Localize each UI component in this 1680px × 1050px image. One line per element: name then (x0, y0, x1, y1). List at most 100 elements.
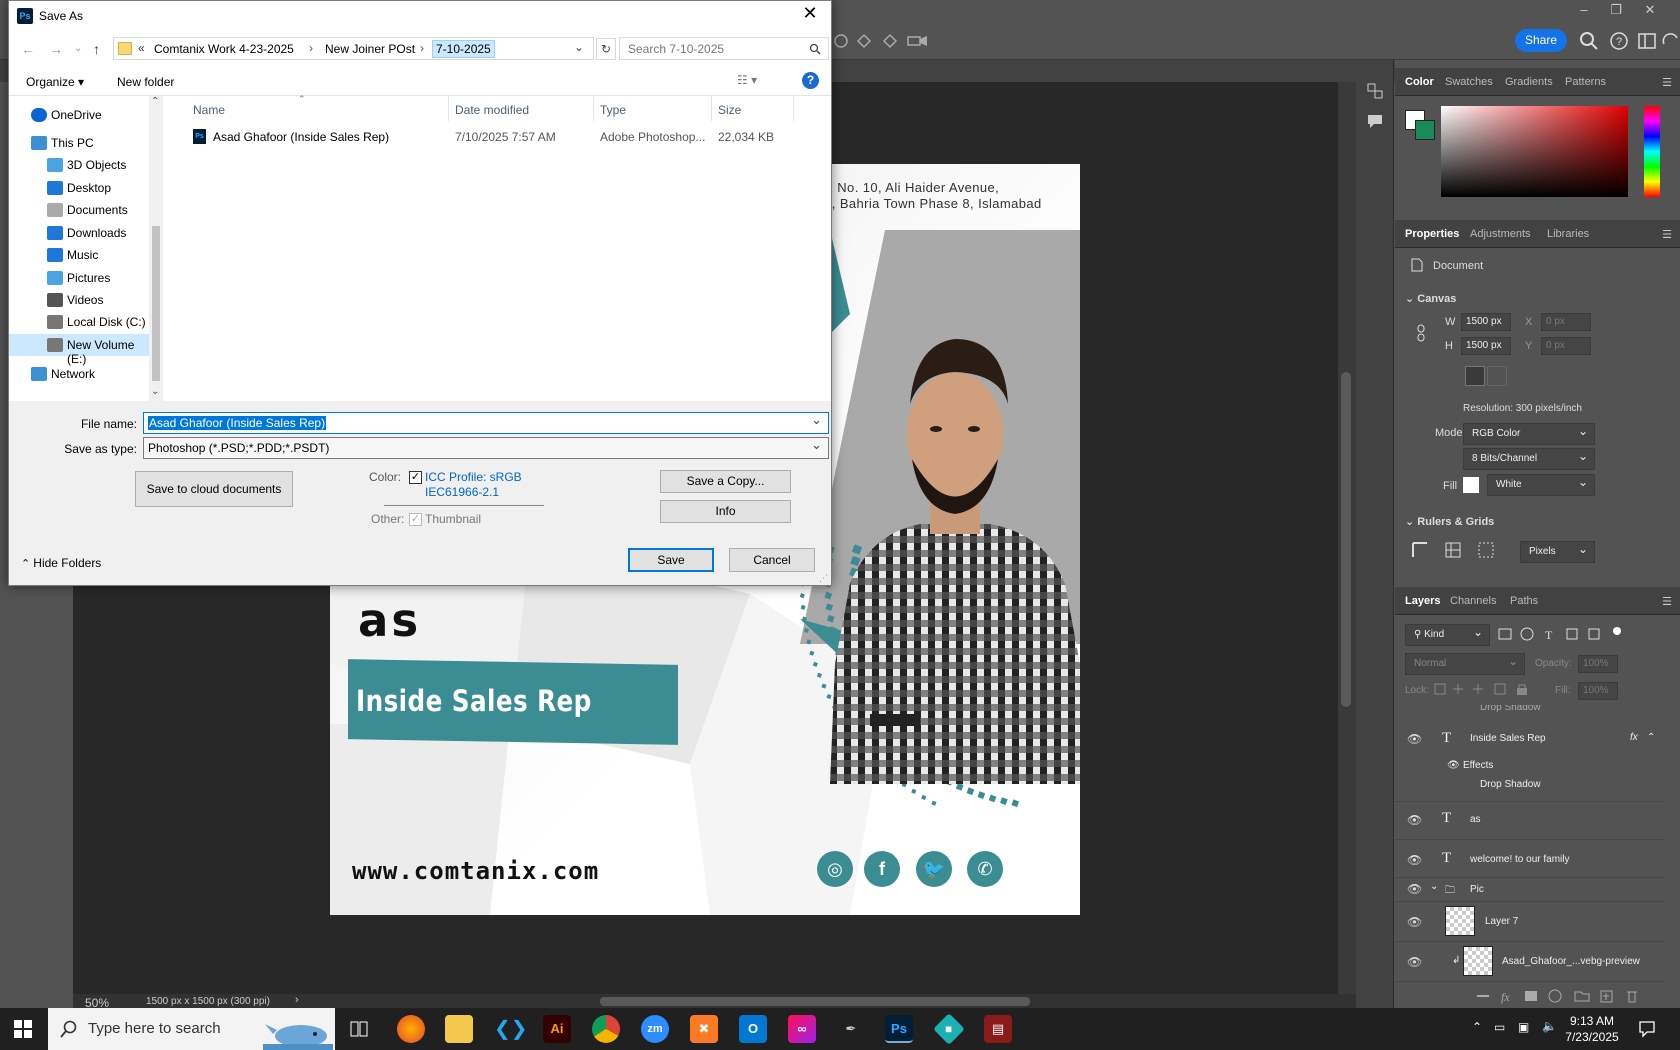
minimize-icon[interactable]: – (1574, 2, 1594, 18)
zoom-icon[interactable]: zm (641, 1015, 669, 1043)
refresh-icon[interactable]: ↻ (596, 38, 616, 60)
nav-item-pictures[interactable]: Pictures (9, 267, 149, 289)
fill-opacity-field[interactable]: 100% (1578, 682, 1618, 700)
panel-menu-icon[interactable]: ☰ (1662, 228, 1672, 241)
link-icon[interactable] (1415, 324, 1427, 342)
forward-icon[interactable]: → (49, 41, 67, 57)
nav-item-videos[interactable]: Videos (9, 289, 149, 311)
column-size[interactable]: Size (718, 103, 741, 117)
file-name-input[interactable]: Asad Ghafoor (Inside Sales Rep) (143, 412, 829, 434)
task-view-icon[interactable] (350, 1021, 368, 1037)
network-icon[interactable]: ▣ (1518, 1020, 1529, 1034)
scroll-up-icon[interactable]: ⌃ (151, 96, 159, 107)
help-icon[interactable]: ? (1608, 30, 1630, 52)
height-field[interactable]: 1500 px (1461, 337, 1511, 355)
tray-chevron-up-icon[interactable]: ⌃ (1472, 1020, 1482, 1034)
sync-icon[interactable] (1660, 30, 1680, 52)
share-button[interactable]: Share (1515, 29, 1567, 52)
landscape-orientation-button[interactable] (1487, 366, 1507, 386)
layer-asad-photo[interactable]: 👁 ↲ Asad_Ghafoor_...vebg-preview (1395, 942, 1665, 982)
nav-item-3d-objects[interactable]: 3D Objects (9, 154, 149, 176)
nav-item-downloads[interactable]: Downloads (9, 222, 149, 244)
hue-slider[interactable] (1644, 106, 1660, 197)
tab-swatches[interactable]: Swatches (1445, 76, 1493, 88)
breadcrumb-segment-2[interactable]: New Joiner POst (325, 42, 415, 56)
tab-libraries[interactable]: Libraries (1547, 228, 1589, 240)
help-icon[interactable]: ? (802, 72, 819, 89)
organize-button[interactable]: Organize ▾ (26, 75, 84, 89)
eye-icon[interactable]: 👁 (1407, 882, 1422, 896)
notifications-icon[interactable] (1638, 1020, 1656, 1038)
chevron-up-icon[interactable]: ⌃ (1647, 732, 1655, 743)
comments-icon[interactable] (1366, 112, 1384, 130)
chrome-icon[interactable] (592, 1015, 620, 1043)
close-icon[interactable]: ✕ (795, 3, 825, 29)
cancel-button[interactable]: Cancel (729, 548, 815, 572)
save-type-select[interactable]: Photoshop (*.PSD;*.PDD;*.PSDT) (143, 437, 829, 459)
tab-properties[interactable]: Properties (1405, 228, 1459, 240)
nav-item-this-pc[interactable]: This PC (9, 132, 149, 154)
layer-welcome[interactable]: 👁 T welcome! to our family (1395, 840, 1665, 878)
nav-item-onedrive[interactable]: OneDrive (9, 104, 149, 126)
windows-start-icon[interactable] (14, 1020, 32, 1038)
rulers-grid-icons[interactable] (1411, 541, 1501, 559)
panel-menu-icon[interactable]: ☰ (1662, 76, 1672, 89)
kind-filter-dropdown[interactable]: ⚲ Kind (1405, 624, 1490, 646)
nav-item-documents[interactable]: Documents (9, 199, 149, 221)
resize-grip-icon[interactable]: ⋰ (819, 573, 828, 584)
eye-icon[interactable]: 👁 (1407, 813, 1422, 827)
tab-paths[interactable]: Paths (1510, 595, 1538, 607)
units-dropdown[interactable]: Pixels (1520, 541, 1595, 563)
panel-menu-icon[interactable]: ☰ (1662, 595, 1672, 608)
history-icon[interactable] (1366, 82, 1384, 100)
rulers-section-label[interactable]: ⌄ Rulers & Grids (1405, 515, 1494, 528)
layers-footer-icons[interactable]: fx (1475, 988, 1675, 1004)
eye-icon[interactable]: 👁 (1407, 732, 1422, 746)
chevron-down-icon[interactable]: ⌄ (574, 40, 584, 54)
back-icon[interactable]: ← (21, 41, 39, 57)
lock-icons[interactable] (1433, 682, 1543, 696)
y-field[interactable]: 0 px (1541, 337, 1591, 355)
restore-icon[interactable]: ❐ (1606, 2, 1626, 18)
firefox-icon[interactable] (397, 1015, 425, 1043)
fx-icon[interactable]: fx (1630, 732, 1638, 743)
tab-patterns[interactable]: Patterns (1565, 76, 1606, 88)
nav-item-local-disk-c[interactable]: Local Disk (C:) (9, 311, 149, 333)
tab-adjustments[interactable]: Adjustments (1470, 228, 1531, 240)
app-diamond-icon[interactable]: ◆ (933, 1013, 965, 1045)
layer-filter-icons[interactable]: T (1497, 626, 1627, 642)
column-separator[interactable] (593, 96, 594, 121)
close-icon[interactable]: ✕ (1640, 2, 1660, 18)
tab-channels[interactable]: Channels (1450, 595, 1496, 607)
address-bar[interactable]: « Comtanix Work 4-23-2025 › New Joiner P… (113, 37, 594, 60)
drop-shadow-label[interactable]: Drop Shadow (1480, 779, 1541, 790)
nav-scroll-thumb[interactable] (152, 226, 160, 381)
canvas-section-label[interactable]: ⌄ Canvas (1405, 292, 1456, 305)
search-icon[interactable] (1578, 30, 1600, 52)
thumbnail-checkbox[interactable]: ✓ (409, 513, 422, 526)
tab-layers[interactable]: Layers (1405, 595, 1440, 607)
tab-gradients[interactable]: Gradients (1505, 76, 1553, 88)
background-swatch[interactable] (1415, 120, 1435, 140)
layer-name[interactable]: Inside Sales Rep (1470, 733, 1546, 744)
workspace-icon[interactable] (1636, 30, 1658, 52)
column-separator[interactable] (711, 96, 712, 121)
eye-icon[interactable]: 👁 (1407, 955, 1422, 969)
view-options-icon[interactable]: ☷ ▾ (737, 73, 757, 87)
volume-icon[interactable]: 🔈 (1542, 1019, 1557, 1033)
portrait-orientation-button[interactable] (1465, 366, 1485, 386)
scroll-down-icon[interactable]: ⌄ (151, 386, 159, 397)
file-name[interactable]: Asad Ghafoor (Inside Sales Rep) (213, 130, 389, 144)
color-field[interactable] (1441, 106, 1628, 197)
opacity-field[interactable]: 100% (1578, 655, 1618, 673)
nav-item-music[interactable]: Music (9, 244, 149, 266)
layer-name[interactable]: welcome! to our family (1470, 854, 1569, 865)
new-folder-button[interactable]: New folder (117, 75, 174, 89)
vertical-scroll-thumb[interactable] (1341, 372, 1351, 707)
nav-item-new-volume-e[interactable]: New Volume (E:) (9, 334, 149, 366)
fill-swatch[interactable] (1463, 477, 1479, 493)
save-to-cloud-button[interactable]: Save to cloud documents (135, 471, 293, 507)
3d-mode-icons[interactable] (832, 32, 932, 50)
file-row[interactable]: Ps Asad Ghafoor (Inside Sales Rep) 7/10/… (183, 126, 783, 148)
breadcrumb-segment-1[interactable]: Comtanix Work 4-23-2025 (154, 42, 294, 56)
